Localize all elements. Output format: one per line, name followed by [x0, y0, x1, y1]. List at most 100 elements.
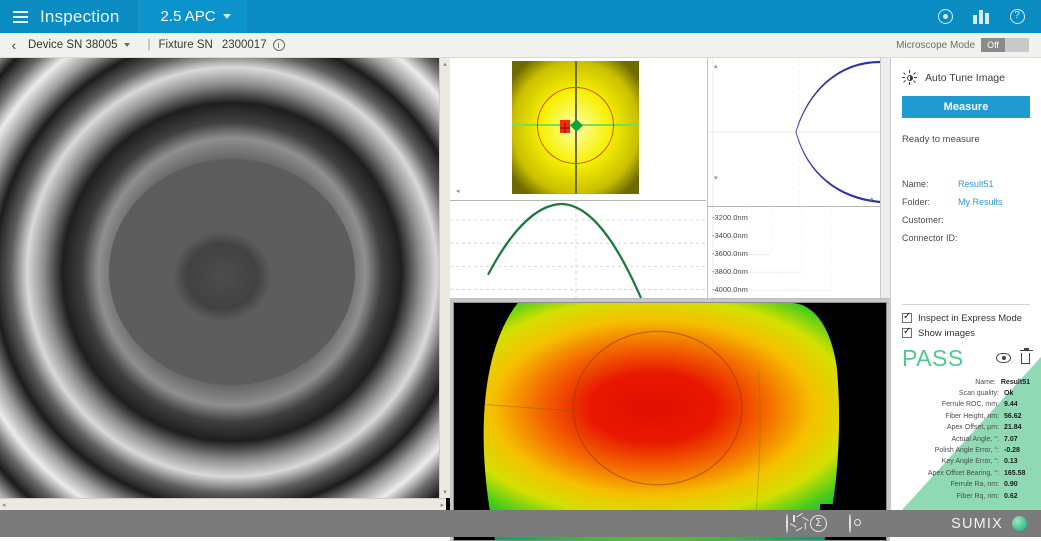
scroll-down-arrow[interactable]: ▾: [443, 488, 447, 496]
interferogram-image[interactable]: [0, 58, 446, 498]
tab-label: 2.5 APC: [160, 8, 216, 25]
pan-right-arrow[interactable]: ▸: [870, 195, 874, 203]
result-value: 7.07: [1004, 435, 1018, 443]
brand-name: SUMIX: [951, 515, 1003, 532]
result-value: Ok: [1004, 389, 1014, 397]
y-tick-2: -3600.0nm: [712, 249, 748, 258]
gear-icon[interactable]: [849, 513, 851, 533]
page-title: Inspection: [40, 6, 120, 26]
measure-button[interactable]: Measure: [902, 96, 1030, 118]
application-window: Inspection 2.5 APC ? ‹ Device SN 38005 |…: [0, 0, 1041, 541]
result-key: Fiber Rq, nm:: [956, 492, 999, 500]
status-dot: [1012, 516, 1027, 531]
sidebar-top: Auto Tune Image Measure Ready to measure…: [891, 58, 1041, 251]
scroll-right-arrow[interactable]: ▸: [440, 501, 444, 509]
result-name-link[interactable]: Result51: [958, 179, 994, 189]
result-row: Polish Angle Error, °: -0.28: [902, 445, 1030, 456]
brightness-icon: [902, 70, 917, 85]
cross-section-charts: ◂ ▴ ▾ ▸ -3200.0nm -3400.0nm -3600.0nm -3…: [450, 58, 890, 299]
hamburger-icon[interactable]: [0, 0, 40, 33]
result-key: Scan quality:: [958, 389, 999, 397]
result-row: Scan quality: Ok: [902, 388, 1030, 399]
status-text: Ready to measure: [902, 134, 980, 145]
info-icon[interactable]: i: [272, 39, 285, 51]
header-actions: ?: [935, 7, 1041, 27]
auto-tune-image-button[interactable]: Auto Tune Image: [902, 70, 1030, 85]
scroll-left-arrow[interactable]: ◂: [2, 501, 6, 509]
result-value: 9.44: [1004, 401, 1018, 409]
result-key: Apex Offset, µm:: [946, 424, 999, 432]
chevron-down-icon[interactable]: [123, 43, 130, 47]
target-icon[interactable]: [935, 7, 955, 27]
result-key: Ferrule ROC, mm:: [941, 401, 999, 409]
result-key: Name:: [975, 378, 996, 386]
meta-key: Customer:: [902, 215, 944, 225]
result-value: Result51: [1000, 378, 1030, 386]
result-row: Ferrule ROC, mm: 9.44: [902, 399, 1030, 410]
interferogram-vertical-scrollbar[interactable]: ▴ ▾: [439, 58, 450, 498]
chevron-left-icon[interactable]: ‹: [0, 37, 28, 53]
verdict-row: PASS: [902, 344, 1033, 372]
show-images-checkbox[interactable]: [902, 326, 912, 339]
status-bar-icons: Σ: [786, 512, 851, 533]
meta-row-connector-id: Connector ID:: [902, 233, 1030, 243]
meta-key: Folder:: [902, 197, 931, 207]
express-mode-checkbox[interactable]: [902, 311, 912, 324]
interferogram-horizontal-scrollbar[interactable]: ◂ ▸: [0, 498, 446, 510]
pan-down-arrow[interactable]: ▾: [714, 174, 718, 182]
result-row: Ferrule Ra, nm: 0.90: [902, 479, 1030, 490]
meta-key: Connector ID:: [902, 233, 958, 243]
tab-2-5-apc[interactable]: 2.5 APC: [138, 0, 247, 33]
trash-icon[interactable]: [1019, 347, 1033, 364]
result-key: Ferrule Ra, nm:: [950, 481, 999, 489]
result-row: Name: Result51: [902, 377, 1030, 388]
horizontal-profile-chart: [450, 200, 706, 299]
status-bar: Σ SUMIX: [0, 510, 1041, 537]
fixture-value: 2300017: [221, 39, 267, 51]
eye-icon[interactable]: [996, 353, 1011, 364]
charts-vertical-scrollbar[interactable]: [880, 58, 890, 298]
apex-marker-glyph: [560, 123, 570, 133]
aperture-icon[interactable]: [786, 512, 810, 533]
result-value: 165.58: [1004, 469, 1026, 477]
result-key: Polish Angle Error, °:: [934, 446, 999, 454]
horizontal-profile-plot: [450, 201, 706, 299]
fixture-label: Fixture SN: [158, 39, 213, 51]
main-content: ▴ ▾ ◂ ▸ ◂ ▴ ▾ ▸ -3200.0nm -3400.0nm -360…: [0, 58, 1041, 541]
pan-left-arrow[interactable]: ◂: [456, 187, 460, 195]
chart-bars-icon[interactable]: [971, 7, 991, 27]
top-header: Inspection 2.5 APC ?: [0, 0, 1041, 33]
result-key: Apex Offset Bearing, °:: [927, 469, 999, 477]
result-value: 0.13: [1004, 458, 1018, 466]
meta-key: Name:: [902, 179, 929, 189]
meta-row-name: Name: Result51: [902, 179, 1030, 189]
express-mode-checkbox-row[interactable]: Inspect in Express Mode: [902, 311, 1030, 324]
sigma-icon[interactable]: Σ: [810, 515, 827, 532]
scroll-up-arrow[interactable]: ▴: [443, 60, 447, 68]
result-value: -0.28: [1004, 446, 1020, 454]
result-key: Actual Angle, °:: [951, 435, 999, 443]
meta-row-customer: Customer:: [902, 215, 1030, 225]
breadcrumb-separator: |: [147, 39, 151, 51]
result-value: 0.62: [1004, 492, 1018, 500]
apex-offset-map[interactable]: ◂: [450, 58, 706, 199]
result-row: Apex Offset, µm: 21.84: [902, 422, 1030, 433]
result-row: Fiber Height, nm: 56.62: [902, 411, 1030, 422]
measurement-results: Name: Result51 Scan quality: Ok Ferrule …: [902, 377, 1030, 510]
result-value: 0.90: [1004, 481, 1018, 489]
show-images-checkbox-row[interactable]: Show images: [902, 326, 1030, 339]
vertical-profile-plot: [708, 58, 881, 206]
pan-up-arrow[interactable]: ▴: [714, 62, 718, 70]
status-badge: PASS: [902, 344, 964, 371]
chevron-down-icon[interactable]: [222, 14, 231, 19]
result-value: 21.84: [1004, 424, 1022, 432]
show-images-label: Show images: [918, 327, 976, 339]
help-icon[interactable]: ?: [1007, 7, 1027, 27]
toggle-knob: Off: [981, 38, 1005, 52]
y-tick-0: -3200.0nm: [712, 213, 748, 222]
microscope-mode-control: Microscope Mode Off: [896, 38, 1041, 52]
result-folder-link[interactable]: My Results: [958, 197, 1003, 207]
device-selector[interactable]: Device SN 38005: [28, 39, 140, 51]
interferogram-panel: ▴ ▾ ◂ ▸: [0, 58, 450, 510]
microscope-mode-toggle[interactable]: Off: [981, 38, 1029, 52]
